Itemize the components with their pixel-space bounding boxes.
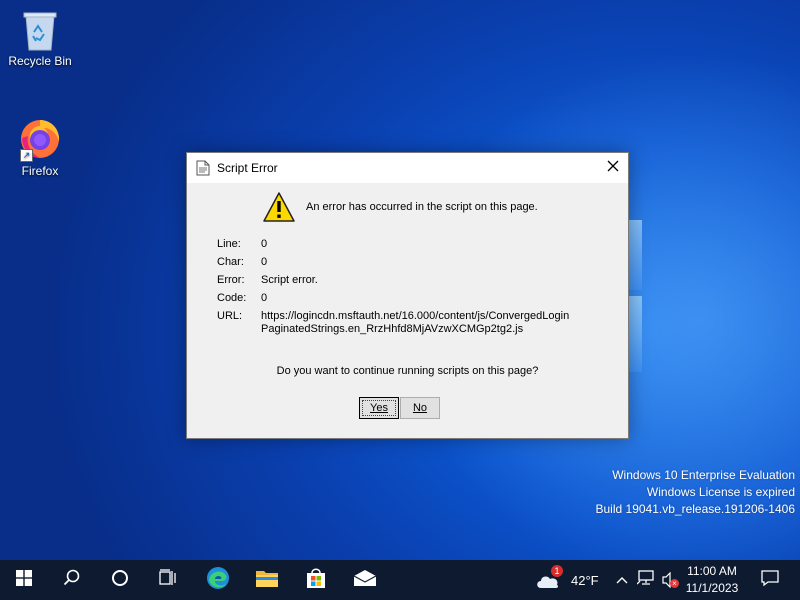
- show-hidden-icons-button[interactable]: [612, 560, 632, 600]
- action-center-button[interactable]: [750, 560, 790, 600]
- desktop-icon-label: Firefox: [21, 164, 59, 178]
- search-icon: [63, 569, 81, 592]
- task-view-icon: [159, 568, 177, 592]
- edge-icon: [206, 566, 230, 595]
- dialog-title: Script Error: [217, 161, 278, 175]
- volume-muted-icon: ×: [661, 571, 679, 589]
- code-value: 0: [261, 292, 268, 304]
- firefox-icon: ↗: [16, 114, 64, 162]
- taskbar: 1 42°F × 11:00 AM 11/1/2023: [0, 560, 800, 600]
- yes-button[interactable]: Yes: [359, 397, 399, 419]
- watermark-line: Windows License is expired: [646, 485, 795, 499]
- mute-badge-icon: ×: [670, 579, 679, 588]
- recycle-bin-icon: [20, 8, 60, 52]
- continue-question: Do you want to continue running scripts …: [276, 365, 539, 377]
- desktop-icon-label: Recycle Bin: [8, 54, 72, 68]
- network-button[interactable]: [635, 560, 657, 600]
- char-label: Char:: [217, 256, 244, 268]
- url-value: https://logincdn.msftauth.net/16.000/con…: [261, 310, 570, 335]
- watermark-line: Build 19041.vb_release.191206-1406: [595, 502, 796, 516]
- start-button[interactable]: [0, 560, 48, 600]
- volume-button[interactable]: ×: [659, 560, 681, 600]
- windows-watermark: Windows 10 Enterprise Evaluation Windows…: [596, 467, 796, 518]
- start-icon: [16, 569, 32, 591]
- code-label: Code:: [217, 292, 247, 304]
- search-button[interactable]: [48, 560, 96, 600]
- line-label: Line:: [217, 238, 241, 250]
- watermark-line: Windows 10 Enterprise Evaluation: [612, 468, 795, 482]
- clock[interactable]: 11:00 AM 11/1/2023: [680, 563, 744, 597]
- chevron-up-icon: [616, 571, 628, 589]
- file-explorer-icon: [255, 568, 279, 593]
- line-value: 0: [261, 238, 268, 250]
- notifications-icon: [761, 569, 779, 591]
- clock-time: 11:00 AM: [687, 564, 737, 578]
- error-message-row: An error has occurred in the script on t…: [262, 191, 538, 223]
- store-icon: [305, 567, 327, 594]
- weather-widget[interactable]: 1 42°F: [535, 560, 605, 600]
- weather-cloud-icon: 1: [535, 565, 563, 590]
- cortana-icon: [111, 569, 129, 592]
- error-value: Script error.: [261, 274, 318, 286]
- document-icon: [196, 160, 210, 176]
- url-label: URL:: [217, 310, 243, 322]
- desktop-icon-recycle-bin[interactable]: Recycle Bin: [0, 8, 80, 68]
- close-button[interactable]: [598, 153, 628, 183]
- edge-button[interactable]: [194, 560, 242, 600]
- dialog-titlebar[interactable]: Script Error: [187, 153, 628, 183]
- weather-badge: 1: [551, 565, 563, 577]
- network-disconnected-icon: [636, 569, 655, 591]
- shortcut-arrow-icon: ↗: [20, 149, 33, 162]
- warning-icon: [262, 191, 296, 223]
- error-label: Error:: [217, 274, 245, 286]
- cortana-button[interactable]: [96, 560, 144, 600]
- script-error-dialog: Script Error An error has occurred in th…: [186, 152, 629, 439]
- task-view-button[interactable]: [144, 560, 192, 600]
- error-message: An error has occurred in the script on t…: [306, 201, 538, 213]
- weather-temperature: 42°F: [571, 572, 599, 588]
- no-button[interactable]: No: [400, 397, 440, 419]
- desktop-icon-firefox[interactable]: ↗ Firefox: [0, 114, 80, 178]
- file-explorer-button[interactable]: [243, 560, 291, 600]
- clock-date: 11/1/2023: [685, 581, 739, 595]
- mail-button[interactable]: [341, 560, 389, 600]
- store-button[interactable]: [292, 560, 340, 600]
- close-icon: [607, 159, 619, 177]
- char-value: 0: [261, 256, 268, 268]
- mail-icon: [353, 569, 377, 592]
